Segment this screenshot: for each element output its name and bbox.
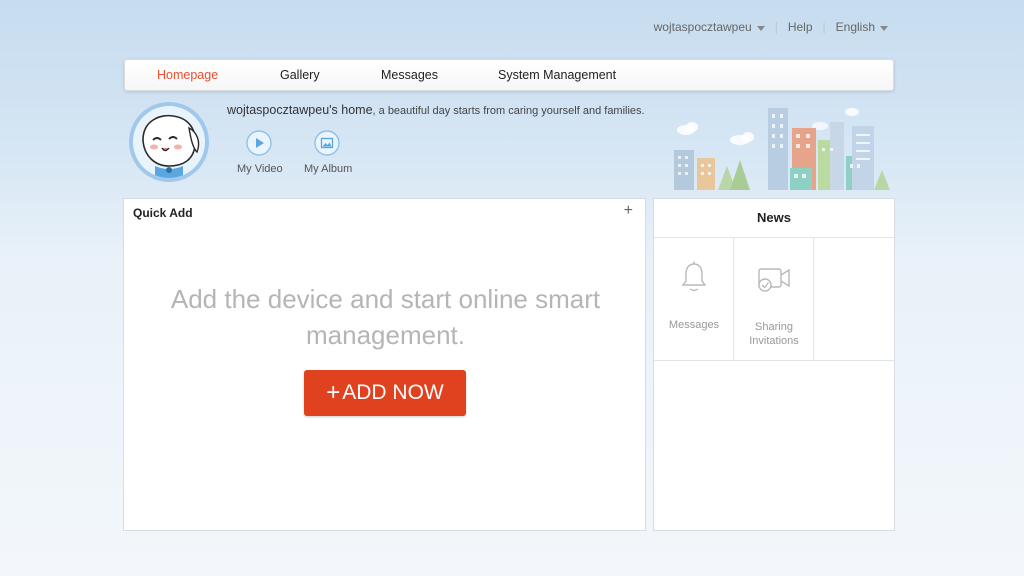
news-divider [654, 360, 894, 361]
help-link[interactable]: Help [788, 20, 813, 34]
language-label: English [835, 20, 875, 34]
news-item-sharing-label-line1: Sharing [755, 321, 793, 333]
tab-messages[interactable]: Messages [381, 60, 438, 90]
tab-system-management[interactable]: System Management [498, 60, 616, 90]
quick-add-title: Quick Add [133, 206, 193, 220]
avatar-character-icon [133, 106, 205, 178]
news-item-messages[interactable]: Messages [654, 238, 734, 360]
news-item-sharing-invitations[interactable]: Sharing Invitations [734, 238, 814, 360]
news-title: News [654, 199, 894, 238]
top-bar: wojtaspocztawpeu | Help | English [654, 20, 888, 34]
plus-icon: + [326, 379, 341, 406]
separator: | [774, 20, 778, 34]
my-video-link[interactable]: My Video [237, 163, 283, 175]
news-panel: News Messages Sharing Invitations [653, 198, 895, 531]
empty-state-message: Add the device and start online smart ma… [124, 281, 647, 353]
quick-add-panel: Quick Add + Add the device and start onl… [123, 198, 646, 531]
home-title: wojtaspocztawpeu's home, a beautiful day… [227, 103, 645, 117]
home-slogan: , a beautiful day starts from caring you… [372, 105, 645, 117]
chevron-down-icon [880, 25, 888, 31]
add-icon[interactable]: + [624, 203, 633, 219]
user-menu[interactable]: wojtaspocztawpeu [654, 20, 765, 34]
empty-state-line1: Add the device and start online smart [170, 284, 601, 314]
image-icon[interactable] [314, 130, 340, 156]
avatar-image [133, 106, 205, 178]
empty-state-line2: management. [306, 320, 465, 350]
separator: | [822, 20, 826, 34]
news-item-messages-label: Messages [668, 319, 720, 331]
city-illustration [674, 108, 890, 190]
bell-icon [681, 261, 707, 292]
news-item-sharing-label-line2: Invitations [749, 335, 799, 347]
tab-gallery[interactable]: Gallery [280, 60, 320, 90]
add-now-button[interactable]: + ADD NOW [304, 370, 466, 416]
avatar[interactable] [129, 102, 209, 182]
chevron-down-icon [756, 25, 765, 31]
tab-homepage[interactable]: Homepage [157, 60, 218, 90]
language-select[interactable]: English [836, 20, 888, 34]
play-icon[interactable] [246, 130, 272, 156]
home-owner: wojtaspocztawpeu's home [227, 103, 373, 117]
my-album-link[interactable]: My Album [304, 163, 352, 175]
camera-share-icon [758, 268, 790, 292]
main-nav: Homepage Gallery Messages System Managem… [124, 59, 894, 91]
add-now-label: ADD NOW [342, 381, 444, 404]
username: wojtaspocztawpeu [653, 20, 752, 34]
